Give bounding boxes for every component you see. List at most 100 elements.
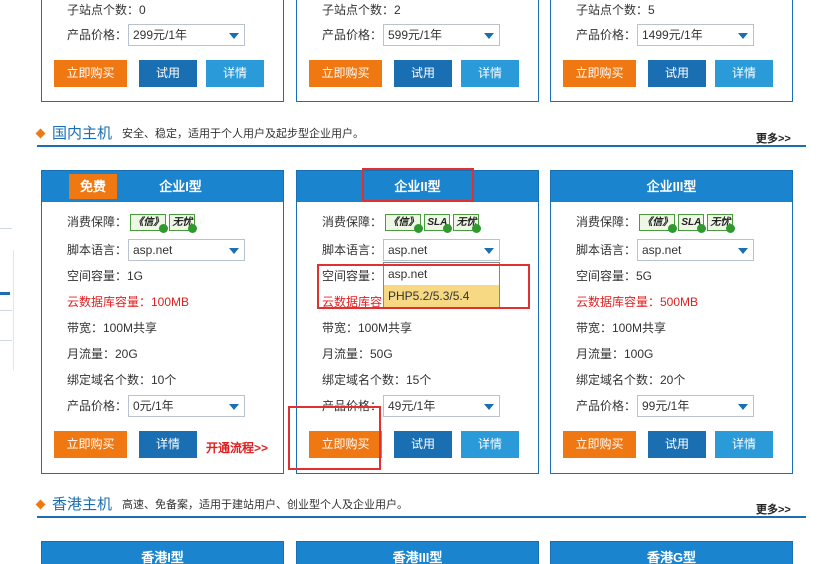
top-card-price-label: 产品价格： — [67, 28, 128, 42]
detail-button[interactable]: 详情 — [461, 431, 519, 458]
top-card-sites: 子站点个数：5 — [576, 3, 655, 17]
db-row: 云数据库容量：500MB — [576, 295, 699, 309]
section-name: 国内主机 — [52, 124, 113, 142]
price-label: 产品价格： — [576, 399, 637, 413]
domains-row: 绑定域名个数：20个 — [576, 373, 686, 387]
highlight-box-buy — [288, 406, 381, 470]
wuyou-badge-icon: 无忧 — [169, 214, 198, 234]
detail-button[interactable]: 详情 — [461, 60, 519, 87]
open-process-link[interactable]: 开通流程>> — [206, 439, 268, 456]
trial-button[interactable]: 试用 — [394, 60, 452, 87]
buy-button[interactable]: 立即购买 — [54, 431, 127, 458]
script-select[interactable]: asp.net — [128, 239, 245, 261]
bandwidth-row: 带宽：100M共享 — [67, 321, 158, 335]
db-row: 云数据库容量：100MB — [67, 295, 190, 309]
section-divider — [37, 145, 806, 147]
hk-card-1: 香港I型 — [41, 541, 284, 564]
guarantee-row: 消费保障： 《信》 SLA 无忧 — [322, 211, 482, 234]
more-link[interactable]: 更多>> — [756, 130, 791, 146]
buy-button[interactable]: 立即购买 — [54, 60, 127, 87]
buy-button[interactable]: 立即购买 — [309, 60, 382, 87]
domains-row: 绑定域名个数：15个 — [322, 373, 432, 387]
chevron-down-icon — [484, 404, 494, 410]
highlight-box-dropdown — [317, 264, 530, 309]
chevron-down-icon — [738, 33, 748, 39]
trial-button[interactable]: 试用 — [139, 60, 197, 87]
space-row: 空间容量：1G — [67, 269, 144, 283]
plan-card-enterprise-1: 企业I型 免费 消费保障： 《信》 无忧 脚本语言： asp.net 空间容量：1… — [41, 170, 284, 474]
trial-button[interactable]: 试用 — [648, 60, 706, 87]
traffic-row: 月流量：20G — [67, 347, 138, 361]
guarantee-row: 消费保障： 《信》 无忧 — [67, 211, 198, 234]
card-header: 香港G型 — [551, 542, 792, 564]
buy-button[interactable]: 立即购买 — [563, 431, 636, 458]
plan-card-enterprise-3: 企业III型 消费保障： 《信》 SLA 无忧 脚本语言： asp.net 空间容量… — [550, 170, 793, 474]
credit-badge-icon: 《信》 — [130, 214, 169, 234]
diamond-icon — [35, 499, 46, 510]
script-select[interactable]: asp.net — [383, 239, 500, 261]
section-divider — [37, 516, 806, 518]
space-row: 空间容量：5G — [576, 269, 653, 283]
section-desc: 高速、免备案，适用于建站用户、创业型个人及企业用户。 — [122, 498, 409, 511]
top-card-sites: 子站点个数：0 — [67, 3, 146, 17]
script-label: 脚本语言： — [67, 243, 128, 257]
credit-badge-icon: 《信》 — [385, 214, 424, 234]
chevron-down-icon — [229, 248, 239, 254]
chevron-down-icon — [738, 404, 748, 410]
wuyou-badge-icon: 无忧 — [707, 214, 736, 234]
domains-row: 绑定域名个数：10个 — [67, 373, 177, 387]
chevron-down-icon — [484, 33, 494, 39]
highlight-box-title — [362, 168, 474, 202]
price-select[interactable]: 99元/1年 — [637, 395, 754, 417]
top-card-price-label: 产品价格： — [576, 28, 637, 42]
detail-button[interactable]: 详情 — [139, 431, 197, 458]
diamond-icon — [35, 128, 46, 139]
chevron-down-icon — [229, 404, 239, 410]
detail-button[interactable]: 详情 — [206, 60, 264, 87]
chevron-down-icon — [738, 248, 748, 254]
price-select[interactable]: 599元/1年 — [383, 24, 500, 46]
guarantee-row: 消费保障： 《信》 SLA 无忧 — [576, 211, 736, 234]
chevron-down-icon — [484, 248, 494, 254]
sla-badge-icon: SLA — [424, 214, 453, 234]
hk-section-title: 香港主机 高速、免备案，适用于建站用户、创业型个人及企业用户。 — [35, 494, 409, 514]
credit-badge-icon: 《信》 — [639, 214, 678, 234]
price-select[interactable]: 299元/1年 — [128, 24, 245, 46]
top-card-price-label: 产品价格： — [322, 28, 383, 42]
trial-button[interactable]: 试用 — [648, 431, 706, 458]
hk-card-2: 香港III型 — [296, 541, 539, 564]
bandwidth-row: 带宽：100M共享 — [576, 321, 667, 335]
chevron-down-icon — [229, 33, 239, 39]
hk-card-3: 香港G型 — [550, 541, 793, 564]
top-card-sites: 子站点个数：2 — [322, 3, 401, 17]
left-decoration — [0, 0, 14, 564]
card-header: 香港III型 — [297, 542, 538, 564]
detail-button[interactable]: 详情 — [715, 431, 773, 458]
price-select[interactable]: 1499元/1年 — [637, 24, 754, 46]
card-title: 企业I型 — [159, 179, 202, 194]
domestic-section-title: 国内主机 安全、稳定，适用于个人用户及起步型企业用户。 — [35, 123, 365, 143]
script-select[interactable]: asp.net — [637, 239, 754, 261]
trial-button[interactable]: 试用 — [394, 431, 452, 458]
traffic-row: 月流量：50G — [322, 347, 393, 361]
script-label: 脚本语言： — [576, 243, 637, 257]
card-header: 香港I型 — [42, 542, 283, 564]
top-card-3: 子站点个数：5 产品价格： 1499元/1年 立即购买 试用 详情 — [550, 0, 793, 102]
card-header: 企业III型 — [551, 171, 792, 202]
buy-button[interactable]: 立即购买 — [563, 60, 636, 87]
top-card-1: 子站点个数：0 产品价格： 299元/1年 立即购买 试用 详情 — [41, 0, 284, 102]
traffic-row: 月流量：100G — [576, 347, 654, 361]
top-card-2: 子站点个数：2 产品价格： 599元/1年 立即购买 试用 详情 — [296, 0, 539, 102]
free-badge: 免费 — [69, 174, 117, 199]
section-name: 香港主机 — [52, 495, 113, 513]
more-link[interactable]: 更多>> — [756, 501, 791, 517]
section-desc: 安全、稳定，适用于个人用户及起步型企业用户。 — [122, 127, 365, 140]
detail-button[interactable]: 详情 — [715, 60, 773, 87]
page: 子站点个数：0 产品价格： 299元/1年 立即购买 试用 详情 子站点个数：2… — [0, 0, 823, 564]
price-select[interactable]: 49元/1年 — [383, 395, 500, 417]
price-select[interactable]: 0元/1年 — [128, 395, 245, 417]
script-label: 脚本语言： — [322, 243, 383, 257]
bandwidth-row: 带宽：100M共享 — [322, 321, 413, 335]
wuyou-badge-icon: 无忧 — [453, 214, 482, 234]
price-label: 产品价格： — [67, 399, 128, 413]
